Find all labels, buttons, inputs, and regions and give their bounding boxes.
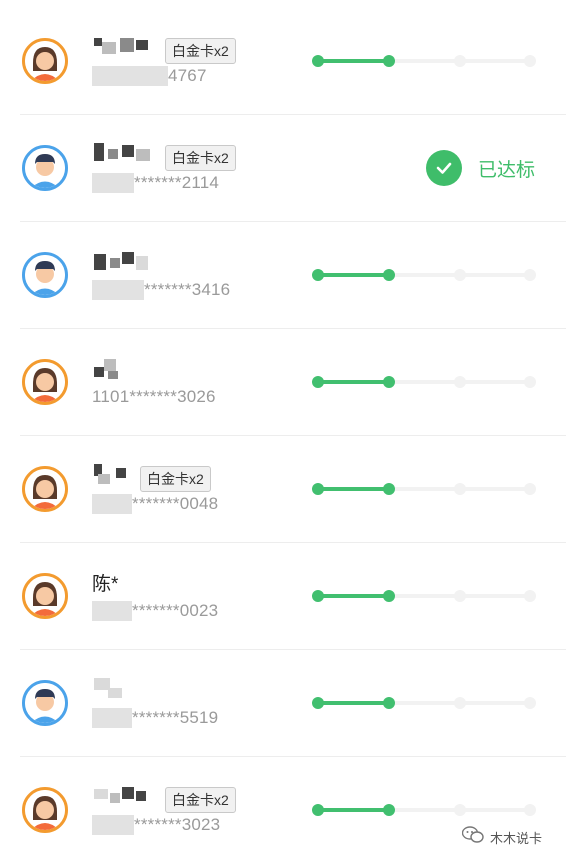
male-avatar-icon (22, 145, 68, 191)
account-number: 4767 (92, 66, 207, 86)
account-number: 1101*******3026 (92, 387, 216, 406)
member-name-masked (92, 678, 132, 702)
wechat-icon (461, 826, 484, 849)
progress-bar (312, 695, 542, 711)
progress-bar (312, 481, 542, 497)
account-number: *******5519 (92, 708, 218, 728)
progress-bar (312, 267, 542, 283)
list-item[interactable]: 白金卡x2 *******0048 (0, 436, 566, 543)
account-number: *******3416 (92, 280, 230, 300)
male-avatar-icon (22, 252, 68, 298)
list-item[interactable]: 1101*******3026 (0, 329, 566, 436)
female-avatar-icon (22, 466, 68, 512)
account-number: *******0023 (92, 601, 218, 621)
member-name-masked (92, 36, 162, 60)
checkmark-icon (426, 150, 462, 186)
female-avatar-icon (22, 38, 68, 84)
platinum-card-badge: 白金卡x2 (140, 466, 211, 492)
list-item[interactable]: *******5519 (0, 650, 566, 757)
platinum-card-badge: 白金卡x2 (165, 38, 236, 64)
female-avatar-icon (22, 787, 68, 833)
platinum-card-badge: 白金卡x2 (165, 787, 236, 813)
watermark-text: 木木说卡 (490, 831, 543, 846)
list-item[interactable]: *******3416 (0, 222, 566, 329)
platinum-card-badge: 白金卡x2 (165, 145, 236, 171)
progress-bar (312, 802, 542, 818)
progress-bar (312, 374, 542, 390)
female-avatar-icon (22, 573, 68, 619)
list-item[interactable]: 白金卡x2 4767 (0, 8, 566, 115)
member-name-masked (92, 143, 162, 167)
progress-bar (312, 588, 542, 604)
watermark: 木木说卡 (461, 826, 543, 849)
list-item[interactable]: 白金卡x2 *******2114 已达标 (0, 115, 566, 222)
reached-label: 已达标 (478, 159, 536, 181)
member-name: 陈* (92, 574, 119, 595)
member-name-masked (92, 252, 162, 276)
member-name-masked (92, 785, 162, 809)
member-name-masked (92, 359, 132, 383)
target-reached: 已达标 (426, 150, 535, 186)
female-avatar-icon (22, 359, 68, 405)
member-name-masked (92, 464, 132, 488)
account-number: *******2114 (92, 173, 219, 193)
progress-bar (312, 53, 542, 69)
account-number: *******3023 (92, 815, 220, 835)
male-avatar-icon (22, 680, 68, 726)
account-number: *******0048 (92, 494, 218, 514)
list-item[interactable]: 陈* *******0023 (0, 543, 566, 650)
